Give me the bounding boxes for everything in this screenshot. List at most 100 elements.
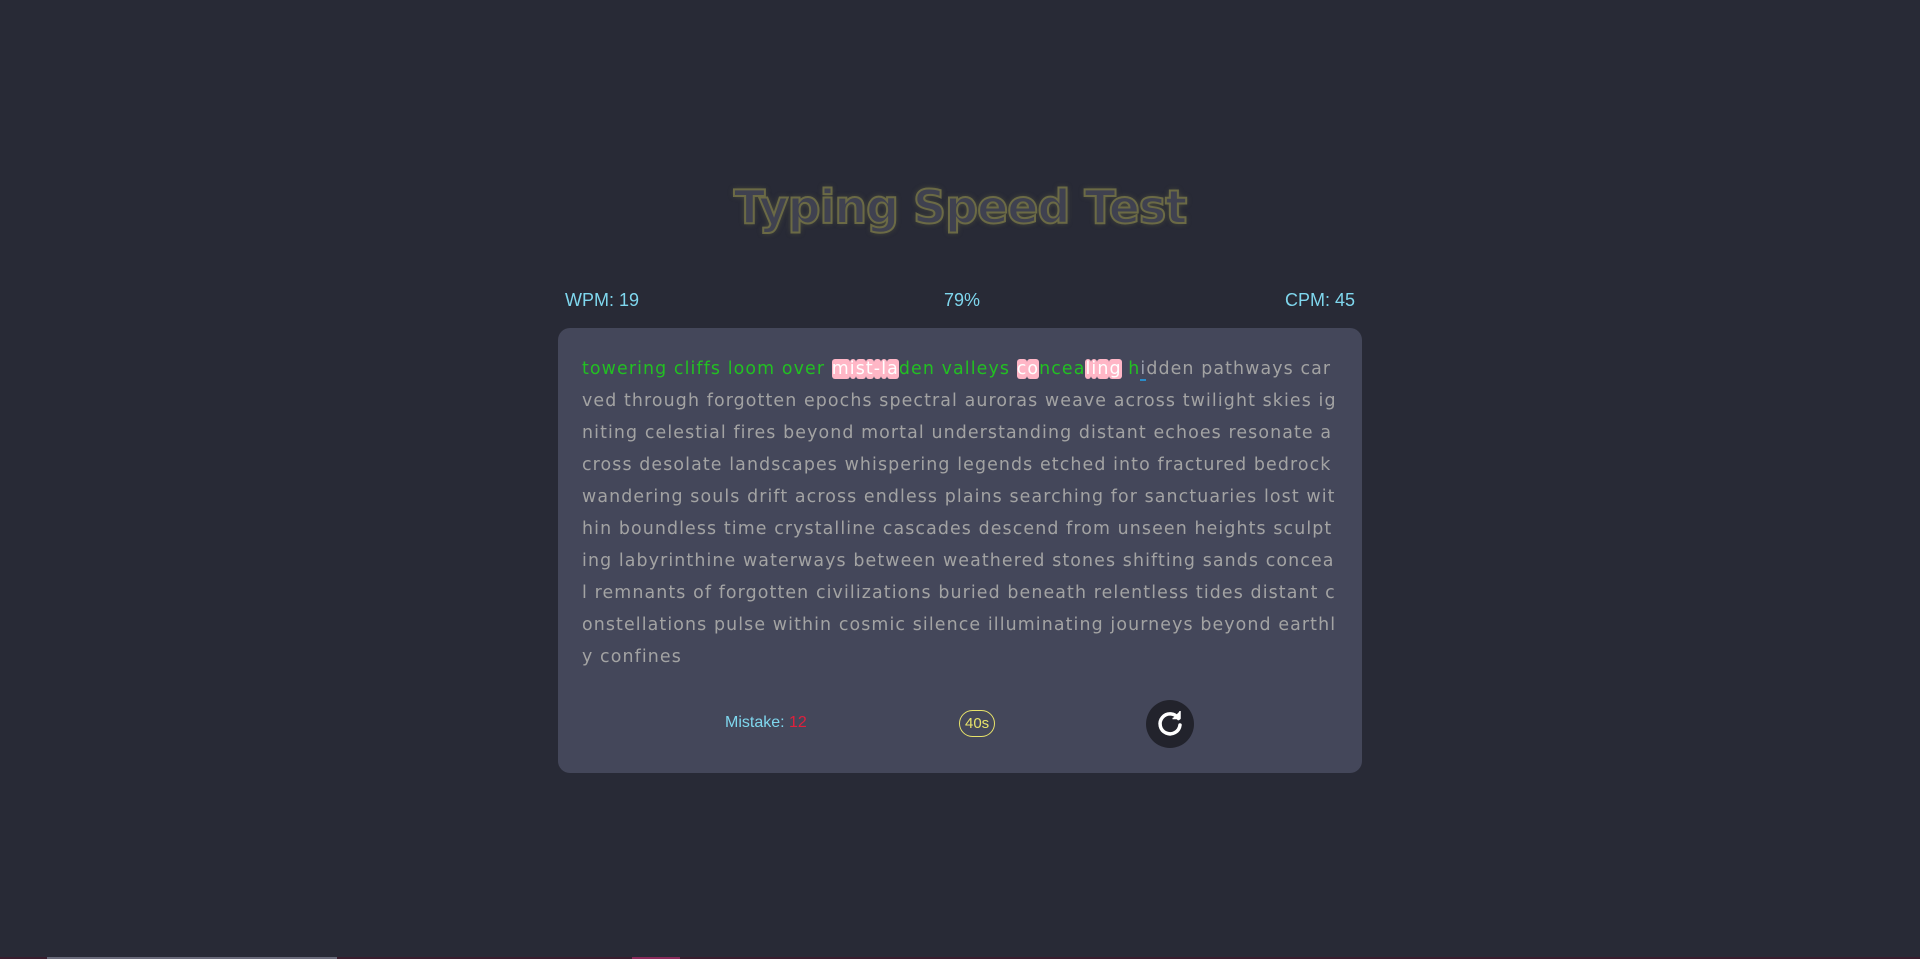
passage-char: e bbox=[963, 455, 975, 475]
passage-char: n bbox=[609, 487, 622, 507]
stats-bar: WPM: 19 79% CPM: 45 bbox=[565, 290, 1355, 311]
passage-char: o bbox=[781, 359, 794, 379]
passage-char: p bbox=[1201, 359, 1214, 379]
passage-char: d bbox=[621, 487, 634, 507]
passage-char: n bbox=[980, 487, 993, 507]
passage-char: e bbox=[1119, 583, 1132, 603]
passage-char: t bbox=[1182, 391, 1191, 411]
passage-char: c bbox=[1184, 455, 1196, 475]
passage-char: n bbox=[1079, 615, 1092, 635]
passage-char: e bbox=[901, 391, 914, 411]
passage-char: s bbox=[1183, 615, 1194, 635]
passage-char: c bbox=[882, 519, 894, 539]
passage-char: o bbox=[1144, 391, 1156, 411]
passage-char: s bbox=[917, 487, 928, 507]
passage-char: a bbox=[758, 551, 771, 571]
passage-char: d bbox=[1209, 583, 1222, 603]
passage-char: s bbox=[847, 487, 858, 507]
passage-char: a bbox=[1073, 359, 1086, 379]
passage-char: m bbox=[831, 359, 850, 379]
passage-char: e bbox=[1266, 455, 1278, 475]
passage-char bbox=[857, 487, 864, 507]
passage-char: r bbox=[1136, 391, 1144, 411]
passage-char bbox=[1038, 391, 1045, 411]
passage-char: c bbox=[838, 615, 850, 635]
passage-char: e bbox=[593, 391, 606, 411]
passage-char: t bbox=[981, 551, 990, 571]
passage-char: n bbox=[659, 487, 672, 507]
passage-char: o bbox=[1081, 519, 1093, 539]
passage-char: w bbox=[742, 551, 759, 571]
passage-char: t bbox=[723, 519, 732, 539]
passage-char: c bbox=[673, 359, 685, 379]
passage-char: o bbox=[725, 583, 738, 603]
passage-char: d bbox=[1047, 519, 1060, 539]
passage-char: o bbox=[897, 583, 910, 603]
passage-char: c bbox=[1012, 519, 1024, 539]
passage-char bbox=[1176, 391, 1183, 411]
passage-char: d bbox=[978, 519, 991, 539]
passage-char: n bbox=[830, 423, 843, 443]
passage-char: r bbox=[817, 487, 826, 507]
passage-char: e bbox=[710, 455, 723, 475]
passage-char: e bbox=[1021, 551, 1034, 571]
passage-char: t bbox=[1143, 583, 1152, 603]
passage-char: e bbox=[659, 647, 672, 667]
typing-passage[interactable]: towering cliffs loom over mist-laden val… bbox=[582, 353, 1338, 703]
passage-char bbox=[1257, 487, 1264, 507]
passage-char: a bbox=[691, 455, 703, 475]
passage-char: c bbox=[582, 455, 593, 475]
passage-char: n bbox=[946, 615, 959, 635]
passage-char: s bbox=[877, 455, 889, 475]
passage-char bbox=[775, 359, 782, 379]
passage-char: h bbox=[1070, 455, 1083, 475]
passage-char bbox=[1247, 455, 1254, 475]
passage-char: a bbox=[709, 423, 721, 443]
passage-char: e bbox=[1199, 423, 1212, 443]
passage-char: e bbox=[623, 615, 636, 635]
passage-char: n bbox=[1129, 519, 1142, 539]
passage-char: o bbox=[582, 615, 594, 635]
passage-char: a bbox=[953, 359, 965, 379]
passage-char: r bbox=[890, 423, 900, 443]
passage-char: y bbox=[988, 359, 1000, 379]
passage-char: a bbox=[813, 551, 826, 571]
passage-char: c bbox=[1059, 455, 1071, 475]
passage-char: b bbox=[853, 551, 866, 571]
passage-char: d bbox=[605, 391, 618, 411]
passage-char: a bbox=[1115, 423, 1127, 443]
passage-char: t bbox=[1225, 359, 1234, 379]
passage-char bbox=[935, 359, 942, 379]
passage-char: g bbox=[600, 551, 613, 571]
mistake-counter: Mistake: 12 bbox=[725, 714, 807, 732]
passage-char: e bbox=[754, 423, 767, 443]
passage-char: s bbox=[1144, 487, 1155, 507]
passage-char: n bbox=[922, 359, 935, 379]
passage-char: k bbox=[1320, 455, 1332, 475]
passage-char: h bbox=[1318, 615, 1331, 635]
passage-char: t bbox=[1310, 583, 1319, 603]
passage-char: n bbox=[1097, 359, 1110, 379]
passage-char: e bbox=[773, 391, 786, 411]
passage-char: b bbox=[938, 583, 951, 603]
passage-char: e bbox=[815, 455, 828, 475]
passage-char: p bbox=[888, 455, 901, 475]
passage-char: g bbox=[1060, 423, 1073, 443]
passage-char: s bbox=[862, 391, 873, 411]
passage-char: a bbox=[1209, 487, 1222, 507]
reset-button[interactable] bbox=[1146, 700, 1194, 748]
passage-char: s bbox=[1202, 551, 1213, 571]
passage-char: n bbox=[1047, 423, 1061, 443]
passage-char: c bbox=[1051, 487, 1062, 507]
passage-char: o bbox=[1139, 455, 1151, 475]
passage-char: c bbox=[815, 583, 827, 603]
passage-char: c bbox=[1309, 455, 1321, 475]
passage-char: n bbox=[1270, 423, 1283, 443]
passage-char: s bbox=[771, 455, 782, 475]
passage-char: t bbox=[1248, 519, 1257, 539]
passage-char: e bbox=[990, 519, 1003, 539]
passage-char: m bbox=[1017, 615, 1036, 635]
passage-char: s bbox=[1023, 455, 1034, 475]
passage-char: a bbox=[1016, 391, 1029, 411]
passage-char: t bbox=[624, 391, 632, 411]
